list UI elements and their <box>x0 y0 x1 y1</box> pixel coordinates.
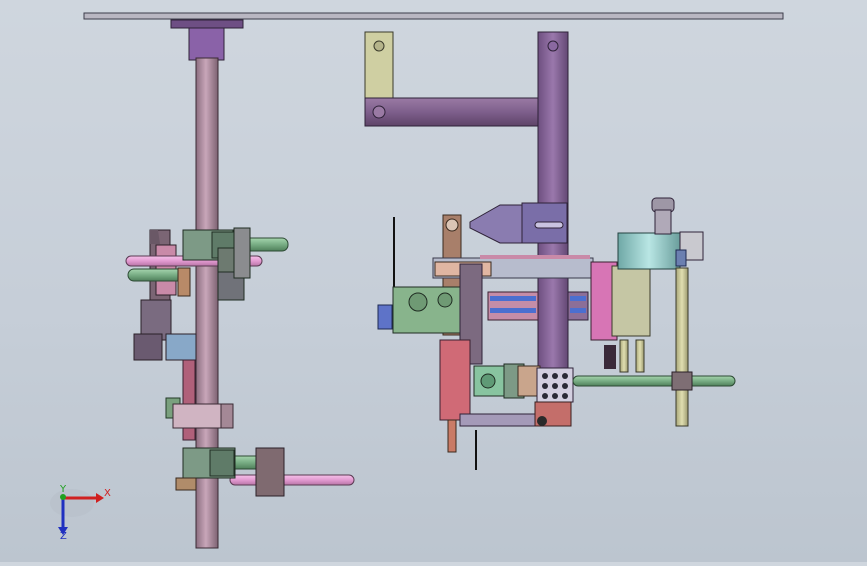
support-post <box>675 267 689 427</box>
horizontal-arm <box>364 97 541 127</box>
axis-triad <box>50 489 104 535</box>
pink-rod-lower <box>229 474 355 486</box>
nozzle <box>469 204 526 244</box>
green-shaft <box>572 375 736 387</box>
left-column-assembly <box>125 19 355 549</box>
triad-y-label: Y <box>60 484 67 495</box>
triad-x-label: X <box>104 488 111 499</box>
cad-viewport[interactable]: X Y Z <box>0 0 867 562</box>
green-plate <box>392 286 470 334</box>
triad-z-label: Z <box>60 531 67 542</box>
right-assembly <box>364 31 736 470</box>
assembly-drawing <box>50 12 784 549</box>
teal-cylinder <box>617 232 681 270</box>
top-beam <box>83 12 784 20</box>
